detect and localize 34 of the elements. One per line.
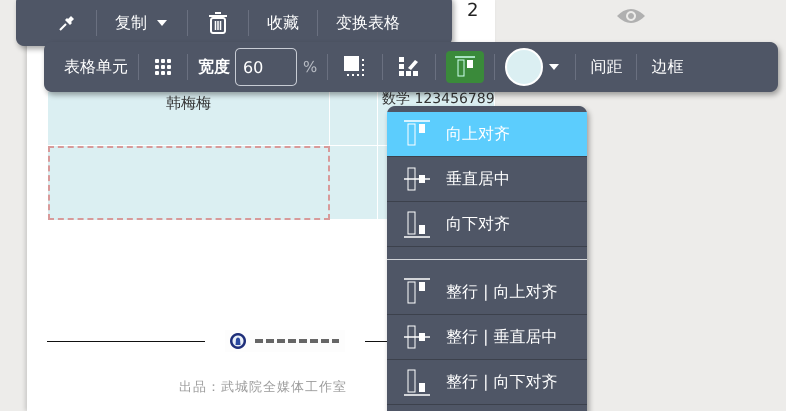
- align-middle-icon: [404, 165, 430, 193]
- table-cell-text: 2: [467, 0, 478, 22]
- cell-fill-icon[interactable]: [344, 56, 366, 78]
- align-button[interactable]: [446, 51, 484, 83]
- brush-icon[interactable]: [399, 57, 420, 77]
- toolbar-button[interactable]: 收藏: [263, 10, 303, 36]
- copy-button[interactable]: 复制: [111, 10, 151, 36]
- toolbar-title: 表格单元: [64, 56, 128, 78]
- menu-item[interactable]: 整行 | 向上对齐: [387, 270, 587, 315]
- width-input[interactable]: 60: [235, 48, 297, 86]
- align-bottom-icon: [404, 368, 430, 396]
- pin-icon[interactable]: [58, 14, 76, 32]
- table-cell[interactable]: [48, 146, 330, 220]
- grid-icon[interactable]: [155, 59, 171, 75]
- credit-text: 出品：武城院全媒体工作室: [179, 379, 347, 396]
- toolbar-button[interactable]: 变换表格: [332, 10, 404, 36]
- percent-unit: %: [303, 58, 318, 76]
- align-top-icon: [404, 278, 430, 306]
- color-swatch[interactable]: [505, 48, 544, 86]
- toolbar-button[interactable]: 间距: [586, 54, 626, 80]
- align-top-icon: [454, 56, 476, 78]
- trash-icon[interactable]: [208, 11, 228, 35]
- caret-icon[interactable]: [549, 64, 560, 70]
- menu-item[interactable]: 向下对齐: [387, 202, 587, 247]
- menu-item[interactable]: 整行 | 垂直居中: [387, 315, 587, 360]
- align-top-icon: [404, 120, 430, 148]
- align-middle-icon: [404, 323, 430, 351]
- caret-icon[interactable]: [157, 20, 167, 26]
- table-cell[interactable]: 韩梅梅: [48, 92, 330, 146]
- menu-item[interactable]: 整行 | 向下对齐: [387, 360, 587, 405]
- align-bottom-icon: [404, 210, 430, 238]
- width-label: 宽度: [198, 56, 230, 78]
- menu-item[interactable]: 垂直居中: [387, 157, 587, 202]
- toolbar-button[interactable]: 边框: [647, 54, 688, 80]
